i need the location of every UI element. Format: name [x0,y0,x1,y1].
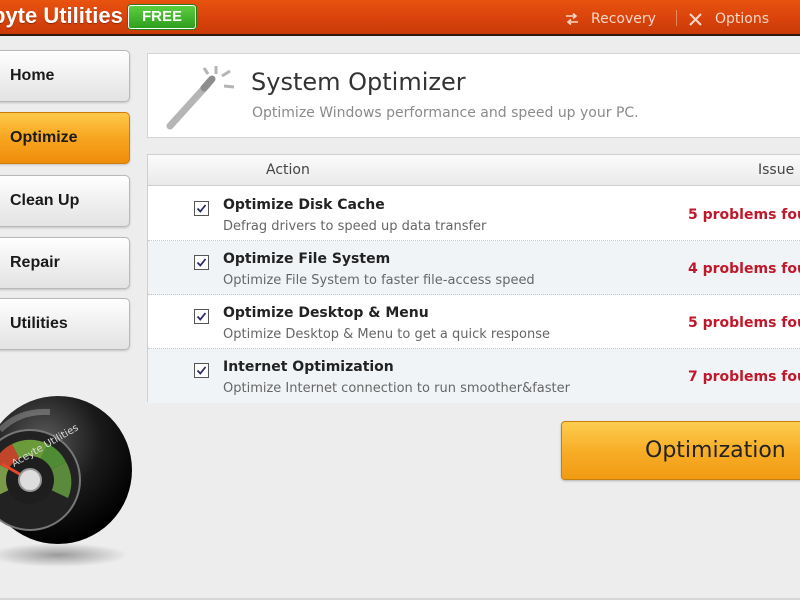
row-issue-count[interactable]: 7 problems fou [688,369,800,385]
magic-wand-icon [166,66,235,130]
table-row: Optimize Disk Cache Defrag drivers to sp… [148,187,800,241]
row-issue-count[interactable]: 5 problems fou [688,315,800,331]
checkmark-icon [196,204,207,213]
app-title: byte Utilities [0,3,123,28]
row-issue-count[interactable]: 5 problems fou [688,207,800,223]
row-checkbox[interactable] [194,201,209,216]
sidebar-item-label: Home [10,67,55,84]
recovery-link[interactable]: Recovery [565,9,656,29]
row-checkbox[interactable] [194,309,209,324]
table-header: Action Issue [148,155,800,186]
optimization-button[interactable]: Optimization [561,421,800,480]
row-title: Optimize Disk Cache [223,197,385,213]
sidebar-item-label: Utilities [10,315,68,332]
title-bar: byte Utilities FREE Recovery Options [0,0,800,36]
toolbar-separator [676,10,677,26]
recovery-icon [566,13,578,25]
recovery-label: Recovery [591,11,656,27]
row-description: Defrag drivers to speed up data transfer [223,219,487,234]
row-issue-count[interactable]: 4 problems fou [688,261,800,277]
sidebar-item-label: Optimize [10,129,78,146]
checkmark-icon [196,366,207,375]
checkmark-icon [196,312,207,321]
sidebar-item-label: Repair [10,254,60,271]
checkmark-icon [196,258,207,267]
row-title: Internet Optimization [223,359,394,375]
sidebar-item-optimize[interactable]: Optimize [0,112,130,164]
row-description: Optimize Internet connection to run smoo… [223,381,570,396]
sidebar-item-label: Clean Up [10,192,80,209]
tools-icon [689,12,702,26]
page-subtitle: Optimize Windows performance and speed u… [252,105,639,121]
row-title: Optimize Desktop & Menu [223,305,429,321]
page-header: System Optimizer Optimize Windows perfor… [147,53,800,138]
sidebar-item-utilities[interactable]: Utilities [0,298,130,350]
column-header-issue: Issue [758,162,795,178]
row-description: Optimize Desktop & Menu to get a quick r… [223,327,550,342]
table-row: Internet Optimization Optimize Internet … [148,349,800,403]
table-row: Optimize Desktop & Menu Optimize Desktop… [148,295,800,349]
row-description: Optimize File System to faster file-acce… [223,273,535,288]
row-title: Optimize File System [223,251,391,267]
sidebar-item-clean-up[interactable]: Clean Up [0,175,130,227]
options-link[interactable]: Options [688,9,769,29]
column-header-action: Action [266,162,310,178]
page-title: System Optimizer [251,68,466,96]
table-row: Optimize File System Optimize File Syste… [148,241,800,295]
options-label: Options [715,11,770,27]
optimization-table: Action Issue Optimize Disk Cache Defrag … [147,154,800,403]
row-checkbox[interactable] [194,363,209,378]
free-badge: FREE [128,5,196,29]
sidebar-item-repair[interactable]: Repair [0,237,130,289]
gauge-logo: Aceyte Utilities [0,396,132,567]
row-checkbox[interactable] [194,255,209,270]
sidebar-item-home[interactable]: Home [0,50,130,102]
